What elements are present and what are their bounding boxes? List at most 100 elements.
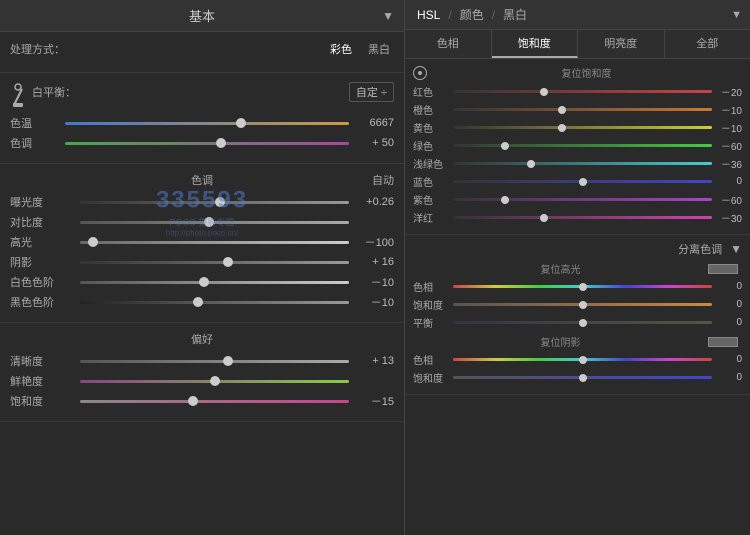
shadows-label: 阴影 xyxy=(10,254,80,270)
wb-label: 白平衡： xyxy=(32,84,76,100)
color-row-3: 绿色 －60 xyxy=(413,138,742,153)
split-toning-section: 分离色调 ▼ 复位高光 色相 0 饱和度 xyxy=(405,235,750,395)
left-panel-title: 基本 xyxy=(189,6,215,25)
processing-color[interactable]: 彩色 xyxy=(326,40,356,58)
tab-hue[interactable]: 色相 xyxy=(405,30,492,58)
whites-slider[interactable] xyxy=(80,275,349,289)
hue-h-label: 色相 xyxy=(413,279,453,294)
tint-label: 色调 xyxy=(10,135,65,151)
sat-s-slider[interactable] xyxy=(453,372,712,384)
split-toning-arrow-icon: ▼ xyxy=(730,242,742,256)
exposure-label: 曝光度 xyxy=(10,194,80,210)
color-slider-6[interactable] xyxy=(453,194,712,206)
vibrance-slider[interactable] xyxy=(80,374,349,388)
clarity-slider[interactable] xyxy=(80,354,349,368)
color-slider-7[interactable] xyxy=(453,212,712,224)
contrast-slider[interactable] xyxy=(80,215,349,229)
temp-value: 6667 xyxy=(349,117,394,129)
tint-row: 色调 + 50 xyxy=(10,135,394,151)
clarity-value: + 13 xyxy=(349,355,394,367)
saturation-value: －15 xyxy=(349,393,394,409)
saturation-label: 饱和度 xyxy=(10,393,80,409)
right-panel-header: HSL / 颜色 / 黑白 ▼ xyxy=(405,0,750,30)
hue-h-row: 色相 0 xyxy=(413,279,742,294)
highlight-color-box[interactable] xyxy=(708,264,738,274)
exposure-row: 曝光度 +0.26 xyxy=(10,194,394,210)
color-label-1: 橙色 xyxy=(413,102,453,117)
color-row-2: 黄色 －10 xyxy=(413,120,742,135)
color-value-4: －36 xyxy=(712,156,742,171)
color-label-0: 红色 xyxy=(413,84,453,99)
color-value-1: －10 xyxy=(712,102,742,117)
balance-label: 平衡 xyxy=(413,315,453,330)
color-slider-1[interactable] xyxy=(453,104,712,116)
color-slider-5[interactable] xyxy=(453,176,712,188)
tone-header: 色调 自动 xyxy=(10,172,394,188)
highlights-label: 高光 xyxy=(10,234,80,250)
color-slider-4[interactable] xyxy=(453,158,712,170)
clarity-label: 清晰度 xyxy=(10,353,80,369)
header-bw[interactable]: 黑白 xyxy=(499,6,531,23)
sat-h-label: 饱和度 xyxy=(413,297,453,312)
blacks-slider[interactable] xyxy=(80,295,349,309)
hsl-target-icon[interactable] xyxy=(413,66,427,80)
tint-slider[interactable] xyxy=(65,136,349,150)
preference-header: 偏好 xyxy=(10,331,394,347)
balance-slider[interactable] xyxy=(453,317,712,329)
color-slider-2[interactable] xyxy=(453,122,712,134)
saturation-row: 饱和度 －15 xyxy=(10,393,394,409)
temp-slider[interactable] xyxy=(65,116,349,130)
contrast-label: 对比度 xyxy=(10,214,80,230)
sat-h-slider[interactable] xyxy=(453,299,712,311)
color-value-7: －30 xyxy=(712,210,742,225)
color-label-2: 黄色 xyxy=(413,120,453,135)
color-row-0: 红色 －20 xyxy=(413,84,742,99)
tab-all[interactable]: 全部 xyxy=(665,30,750,58)
processing-bw[interactable]: 黑白 xyxy=(364,40,394,58)
preference-title: 偏好 xyxy=(191,331,213,347)
whites-label: 白色色阶 xyxy=(10,274,80,290)
exposure-slider[interactable] xyxy=(80,195,349,209)
header-hsl[interactable]: HSL xyxy=(413,8,444,22)
processing-row: 处理方式： 彩色 黑白 xyxy=(10,40,394,58)
color-slider-0[interactable] xyxy=(453,86,712,98)
highlights-slider[interactable] xyxy=(80,235,349,249)
color-value-3: －60 xyxy=(712,138,742,153)
contrast-row: 对比度 xyxy=(10,214,394,230)
color-value-5: 0 xyxy=(712,176,742,187)
saturation-slider[interactable] xyxy=(80,394,349,408)
left-panel: 基本 ▼ 处理方式： 彩色 黑白 xyxy=(0,0,405,535)
tab-luminance[interactable]: 明亮度 xyxy=(578,30,665,58)
color-sliders-container: 红色 －20 橙色 －10 黄色 －10 xyxy=(413,84,742,225)
header-sep2: / xyxy=(492,8,495,22)
shadows-value: + 16 xyxy=(349,256,394,268)
blacks-value: －10 xyxy=(349,294,394,310)
balance-value: 0 xyxy=(712,317,742,328)
color-label-5: 蓝色 xyxy=(413,174,453,189)
right-panel: HSL / 颜色 / 黑白 ▼ 色相 饱和度 明亮度 全部 复位饱和度 红色 xyxy=(405,0,750,535)
hue-s-slider[interactable] xyxy=(453,354,712,366)
tone-title: 色调 xyxy=(191,172,213,188)
shadows-reset-label: 复位阴影 xyxy=(413,334,708,349)
vibrance-row: 鲜艳度 xyxy=(10,373,394,389)
color-slider-3[interactable] xyxy=(453,140,712,152)
header-sep1: / xyxy=(448,8,451,22)
processing-label: 处理方式： xyxy=(10,41,65,57)
tint-value: + 50 xyxy=(349,137,394,149)
header-color[interactable]: 颜色 xyxy=(456,6,488,23)
wb-value[interactable]: 自定 ÷ xyxy=(349,82,394,102)
highlights-value: －100 xyxy=(349,234,394,250)
highlights-reset-label: 复位高光 xyxy=(413,261,708,276)
hsl-tabs: 色相 饱和度 明亮度 全部 xyxy=(405,30,750,59)
shadows-slider[interactable] xyxy=(80,255,349,269)
hue-h-slider[interactable] xyxy=(453,281,712,293)
tab-saturation[interactable]: 饱和度 xyxy=(492,30,579,58)
hsl-target-row: 复位饱和度 xyxy=(413,65,742,80)
balance-row: 平衡 0 xyxy=(413,315,742,330)
sat-s-value: 0 xyxy=(712,372,742,383)
sat-h-row: 饱和度 0 xyxy=(413,297,742,312)
tone-auto[interactable]: 自动 xyxy=(372,172,394,188)
hue-h-value: 0 xyxy=(712,281,742,292)
color-row-5: 蓝色 0 xyxy=(413,174,742,189)
shadow-color-box[interactable] xyxy=(708,337,738,347)
